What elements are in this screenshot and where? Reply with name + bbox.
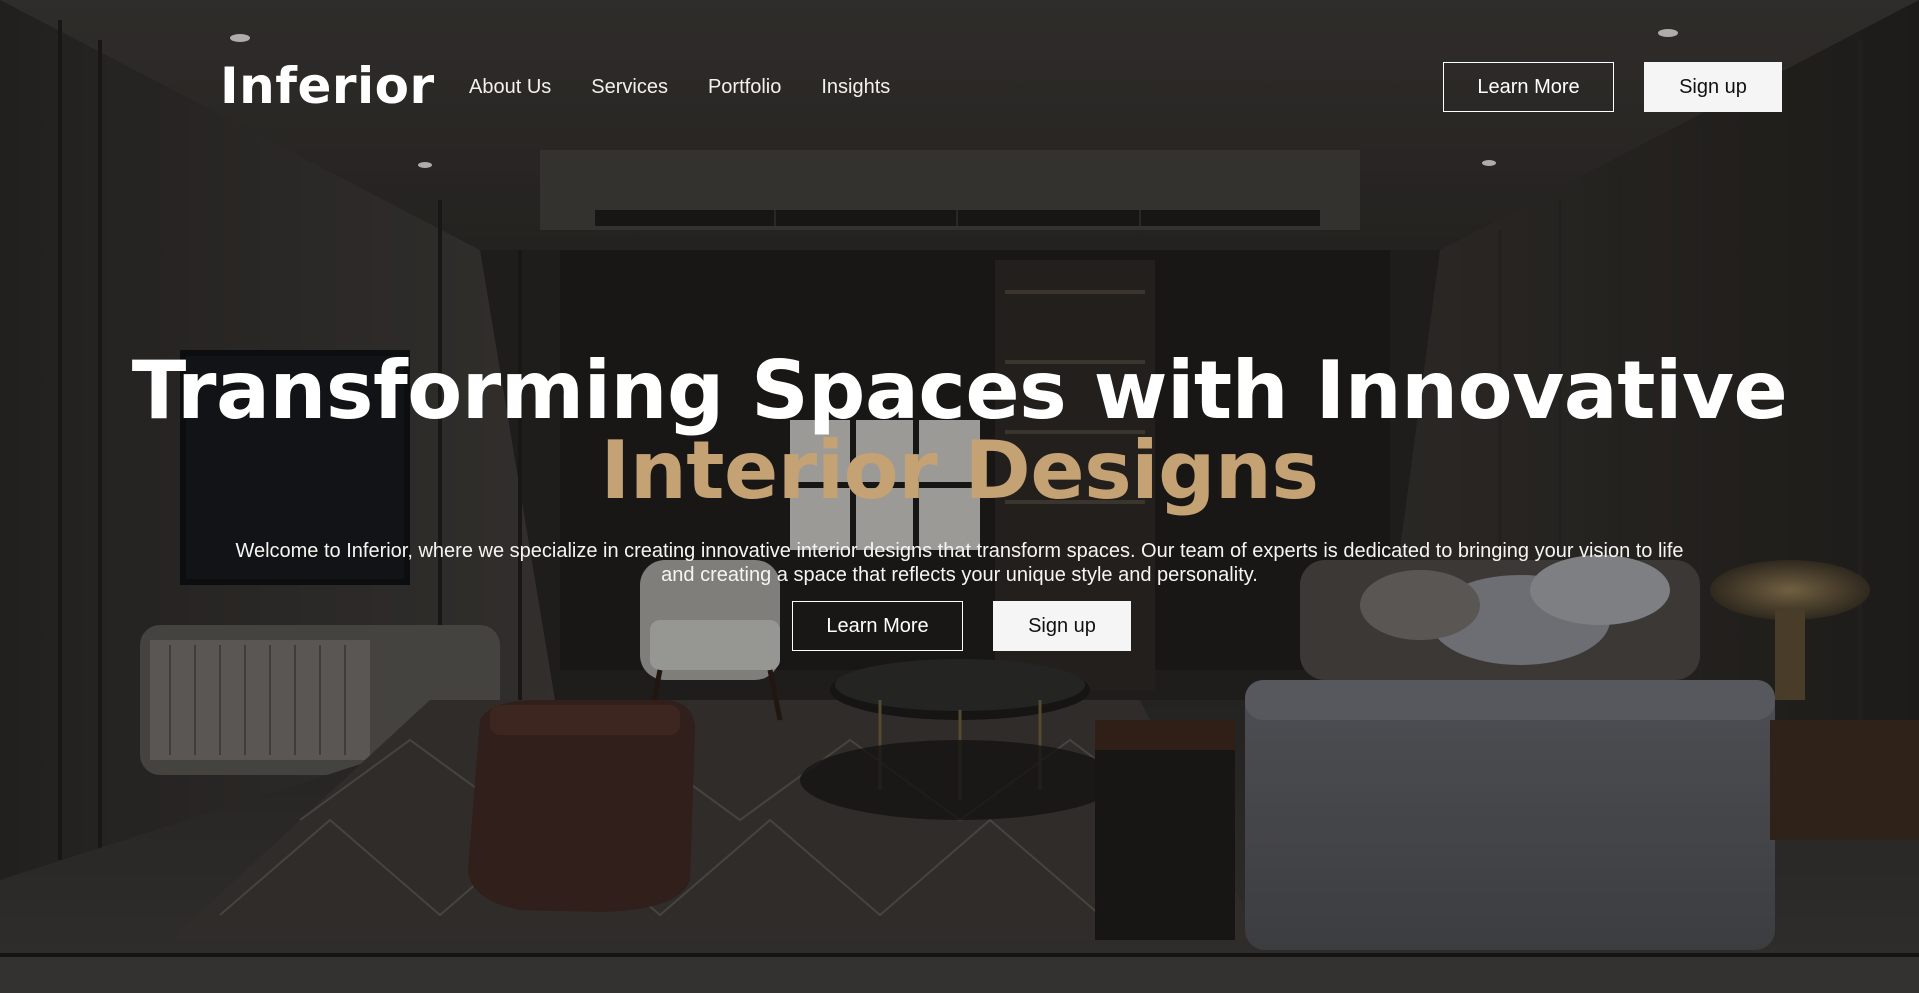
- nav-sign-up-button[interactable]: Sign up: [1644, 62, 1782, 112]
- hero-title-line-2: Interior Designs: [600, 424, 1319, 517]
- brand-logo[interactable]: Inferior: [220, 56, 435, 116]
- nav-link-about-us[interactable]: About Us: [469, 74, 551, 100]
- nav-link-insights[interactable]: Insights: [821, 74, 890, 100]
- hero-learn-more-button[interactable]: Learn More: [792, 601, 963, 651]
- hero-sign-up-button[interactable]: Sign up: [993, 601, 1131, 651]
- nav-learn-more-button[interactable]: Learn More: [1443, 62, 1614, 112]
- nav-link-portfolio[interactable]: Portfolio: [708, 74, 781, 100]
- nav-link-services[interactable]: Services: [591, 74, 668, 100]
- hero-subtitle: Welcome to Inferior, where we specialize…: [235, 540, 1684, 586]
- hero-title-line-1: Transforming Spaces with Innovative: [131, 344, 1788, 437]
- site-header: Inferior About Us Services Portfolio Ins…: [0, 0, 1919, 175]
- main-nav: About Us Services Portfolio Insights: [469, 74, 930, 100]
